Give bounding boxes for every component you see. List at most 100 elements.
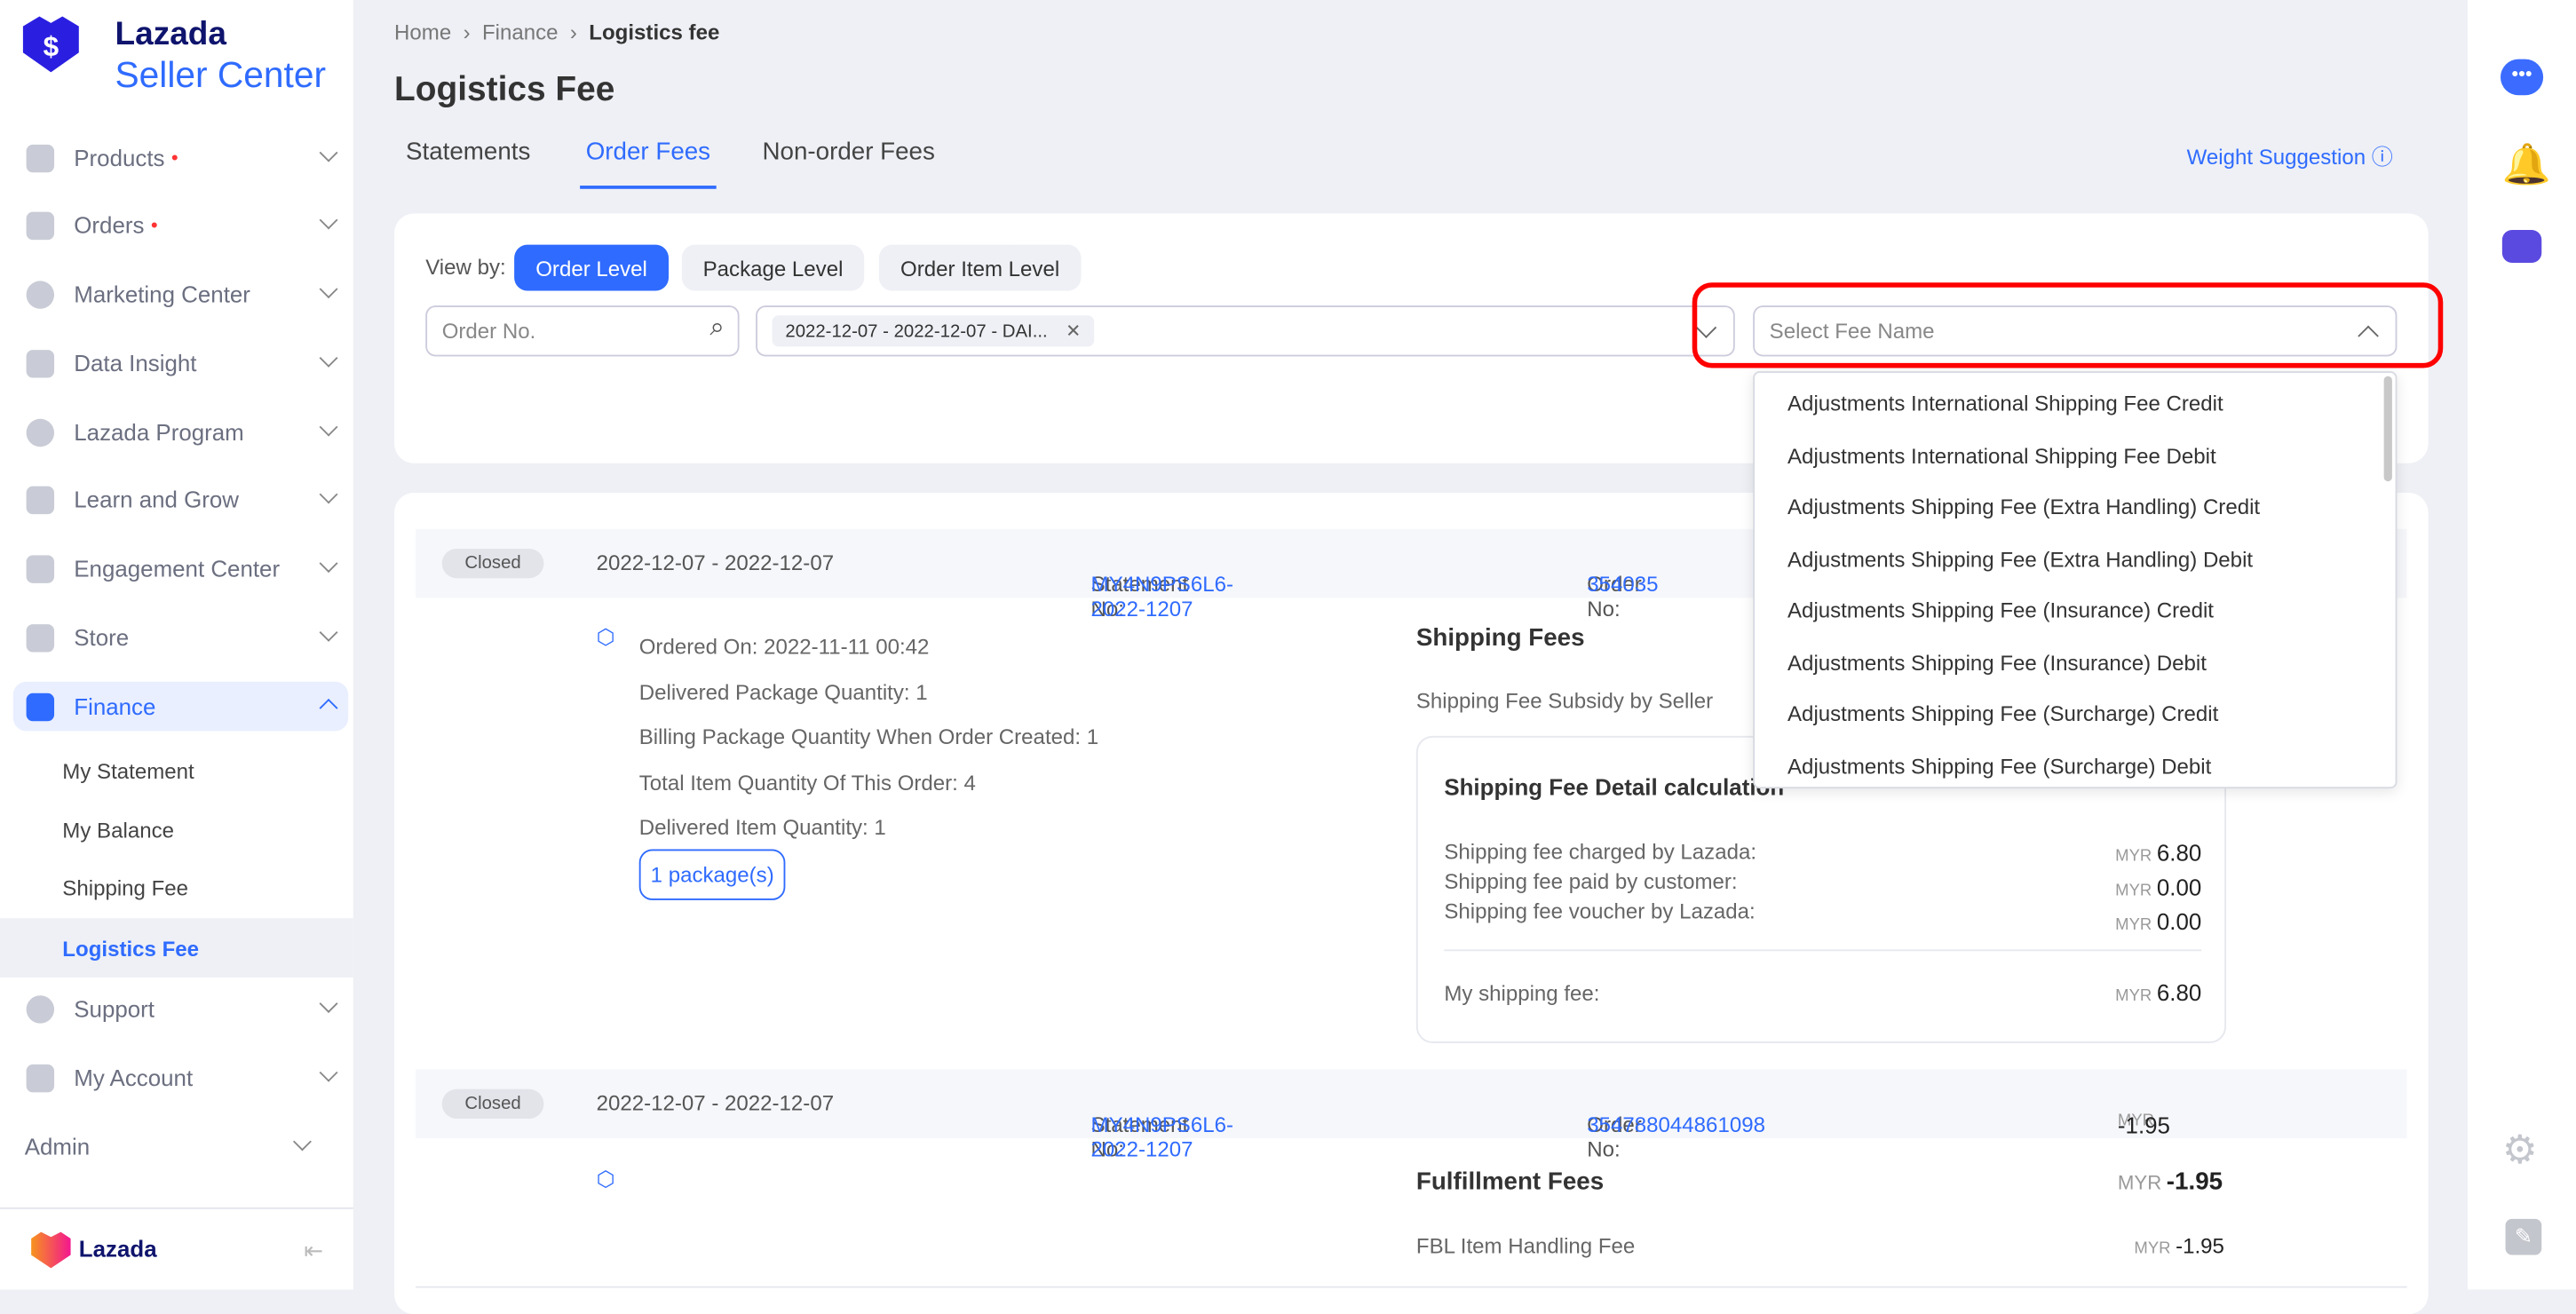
sidebar-item-store[interactable]: Store [13, 613, 348, 662]
store-icon [26, 623, 55, 652]
fee-option[interactable]: Adjustments Shipping Fee (Extra Handling… [1755, 533, 2396, 584]
help-icon [26, 994, 55, 1023]
chevron-down-icon [292, 1132, 312, 1152]
order-row-header: Closed 2022-12-07 - 2022-12-07 Statement… [416, 1069, 2407, 1161]
highlight-box [1692, 282, 2444, 368]
order-no-input[interactable]: Order No. ⌕ [425, 305, 740, 357]
footer-logo-text: Lazada [78, 1235, 157, 1262]
fee-option[interactable]: Adjustments Shipping Fee (Insurance) Deb… [1755, 637, 2396, 688]
sidebar-item-my-account[interactable]: My Account [13, 1053, 348, 1103]
bell-icon[interactable]: 🔔 [2502, 141, 2551, 189]
edit-icon[interactable]: ✎ [2505, 1218, 2542, 1255]
fee-option[interactable]: Adjustments Shipping Fee (Extra Handling… [1755, 481, 2396, 533]
chevron-down-icon [319, 994, 338, 1013]
sidebar-item-data-insight[interactable]: Data Insight [13, 338, 348, 388]
tab-non-order-fees[interactable]: Non-order Fees [762, 138, 934, 165]
statement-link[interactable]: MY4N9PS6L6-2022-1207 [1091, 572, 1233, 621]
sidebar: $ Lazada Seller Center Products • Orders •… [0, 0, 353, 1290]
chevron-down-icon [319, 417, 338, 437]
package-icon: ⬡ [596, 624, 615, 649]
weight-suggestion-link[interactable]: Weight Suggestion ⓘ [2187, 139, 2393, 170]
divider [1444, 949, 2202, 952]
status-badge: Closed [441, 548, 544, 579]
chevron-down-icon [319, 348, 338, 368]
brand-name: Lazada [115, 16, 226, 53]
subsidy-label: Shipping Fee Subsidy by Seller [1415, 688, 1714, 713]
label: Admin [24, 1133, 91, 1160]
currency: MYR [2115, 882, 2152, 900]
chevron-down-icon [319, 622, 338, 642]
chevron-down-icon [319, 280, 338, 299]
fee-option[interactable]: Adjustments Shipping Fee (Surcharge) Cre… [1755, 688, 2396, 740]
currency: MYR [2117, 1171, 2162, 1195]
breadcrumb-home[interactable]: Home [394, 20, 451, 44]
fee-option[interactable]: Adjustments International Shipping Fee D… [1755, 430, 2396, 481]
total-label: My shipping fee: [1444, 980, 1600, 1006]
statement-link[interactable]: MY4N9PS6L6-2022-1207 [1091, 1112, 1233, 1162]
sidebar-item-engagement-center[interactable]: Engagement Center [13, 543, 348, 593]
settings-gear-icon[interactable]: ⚙ [2502, 1127, 2538, 1175]
sidebar-item-finance[interactable]: Finance [12, 681, 349, 732]
data-insight-icon [26, 349, 55, 377]
sidebar-item-orders[interactable]: Orders • [13, 201, 348, 250]
currency: MYR [2115, 847, 2152, 867]
learn-icon [26, 485, 55, 514]
date-range-select[interactable]: 2022-12-07 - 2022-12-07 - DAI... ✕ [756, 305, 1735, 357]
package-icon: ⬡ [596, 1166, 615, 1191]
chevron-up-icon [319, 698, 338, 717]
sidebar-sub-shipping-fee[interactable]: Shipping Fee [0, 858, 353, 917]
package-level-button[interactable]: Package Level [681, 244, 865, 291]
collapse-sidebar-icon[interactable]: ⇤ [304, 1237, 323, 1264]
sidebar-item-admin[interactable]: Admin [0, 1122, 335, 1172]
calc-label: Shipping fee charged by Lazada: [1444, 839, 1757, 865]
total-value: 6.80 [2156, 978, 2202, 1006]
program-icon [26, 417, 55, 447]
fee-option[interactable]: Adjustments International Shipping Fee C… [1755, 378, 2396, 430]
seller-center-logo-icon: $ [22, 16, 79, 73]
delivered-package-qty: Delivered Package Quantity: 1 [638, 679, 928, 704]
sidebar-sub-logistics-fee[interactable]: Logistics Fee [0, 918, 353, 978]
order-item-level-button[interactable]: Order Item Level [878, 244, 1082, 291]
remove-tag-icon[interactable]: ✕ [1066, 322, 1081, 342]
order-link[interactable]: 354788044861098 [1587, 1112, 1765, 1137]
label: Data Insight [74, 350, 197, 376]
sidebar-item-learn-and-grow[interactable]: Learn and Grow [13, 475, 348, 525]
delivered-item-qty: Delivered Item Quantity: 1 [638, 814, 886, 840]
section-title: Shipping Fees [1415, 624, 1585, 653]
breadcrumb-finance[interactable]: Finance [482, 20, 559, 44]
products-icon [26, 143, 55, 172]
tab-order-fees[interactable]: Order Fees [580, 138, 717, 189]
chevron-down-icon [319, 210, 338, 230]
sidebar-item-products[interactable]: Products • [13, 133, 348, 183]
order-link[interactable]: 354035 [1587, 572, 1658, 597]
fee-option[interactable]: Adjustments Shipping Fee (Surcharge) Deb… [1755, 740, 2396, 788]
sidebar-item-support[interactable]: Support [13, 984, 348, 1033]
chevron-down-icon [319, 1063, 338, 1082]
calc-title: Shipping Fee Detail calculation [1444, 773, 1785, 801]
sidebar-item-lazada-program[interactable]: Lazada Program [13, 408, 348, 457]
sidebar-sub-my-statement[interactable]: My Statement [0, 740, 353, 800]
scrollbar[interactable] [2383, 376, 2392, 482]
label: Marketing Center [74, 281, 250, 307]
assistant-robot-icon[interactable] [2501, 230, 2542, 264]
order-level-button[interactable]: Order Level [514, 244, 670, 291]
tab-statements[interactable]: Statements [406, 138, 530, 165]
sidebar-sub-my-balance[interactable]: My Balance [0, 800, 353, 859]
chat-icon[interactable]: ••• [2501, 59, 2544, 96]
sidebar-item-marketing-center[interactable]: Marketing Center [13, 269, 348, 319]
view-by-label: View by: [425, 254, 506, 280]
divider [416, 1286, 2407, 1288]
label: Finance [74, 693, 156, 720]
fee-label: FBL Item Handling Fee [1415, 1233, 1636, 1259]
sidebar-footer: Lazada ⇤ [0, 1207, 353, 1290]
search-icon[interactable]: ⌕ [709, 313, 725, 343]
packages-button[interactable]: 1 package(s) [638, 849, 786, 900]
fee-option[interactable]: Adjustments Shipping Fee (Insurance) Cre… [1755, 585, 2396, 637]
brand-subtitle: Seller Center [115, 54, 327, 96]
order-details: Ordered On: 2022-11-11 00:42 Delivered P… [639, 624, 1098, 850]
billing-package-qty: Billing Package Quantity When Order Crea… [638, 724, 1099, 749]
section-amount: -1.95 [2166, 1168, 2223, 1196]
breadcrumb-current: Logistics fee [589, 20, 720, 44]
fee-name-dropdown: Adjustments International Shipping Fee C… [1753, 371, 2398, 789]
period: 2022-12-07 - 2022-12-07 [596, 550, 835, 575]
